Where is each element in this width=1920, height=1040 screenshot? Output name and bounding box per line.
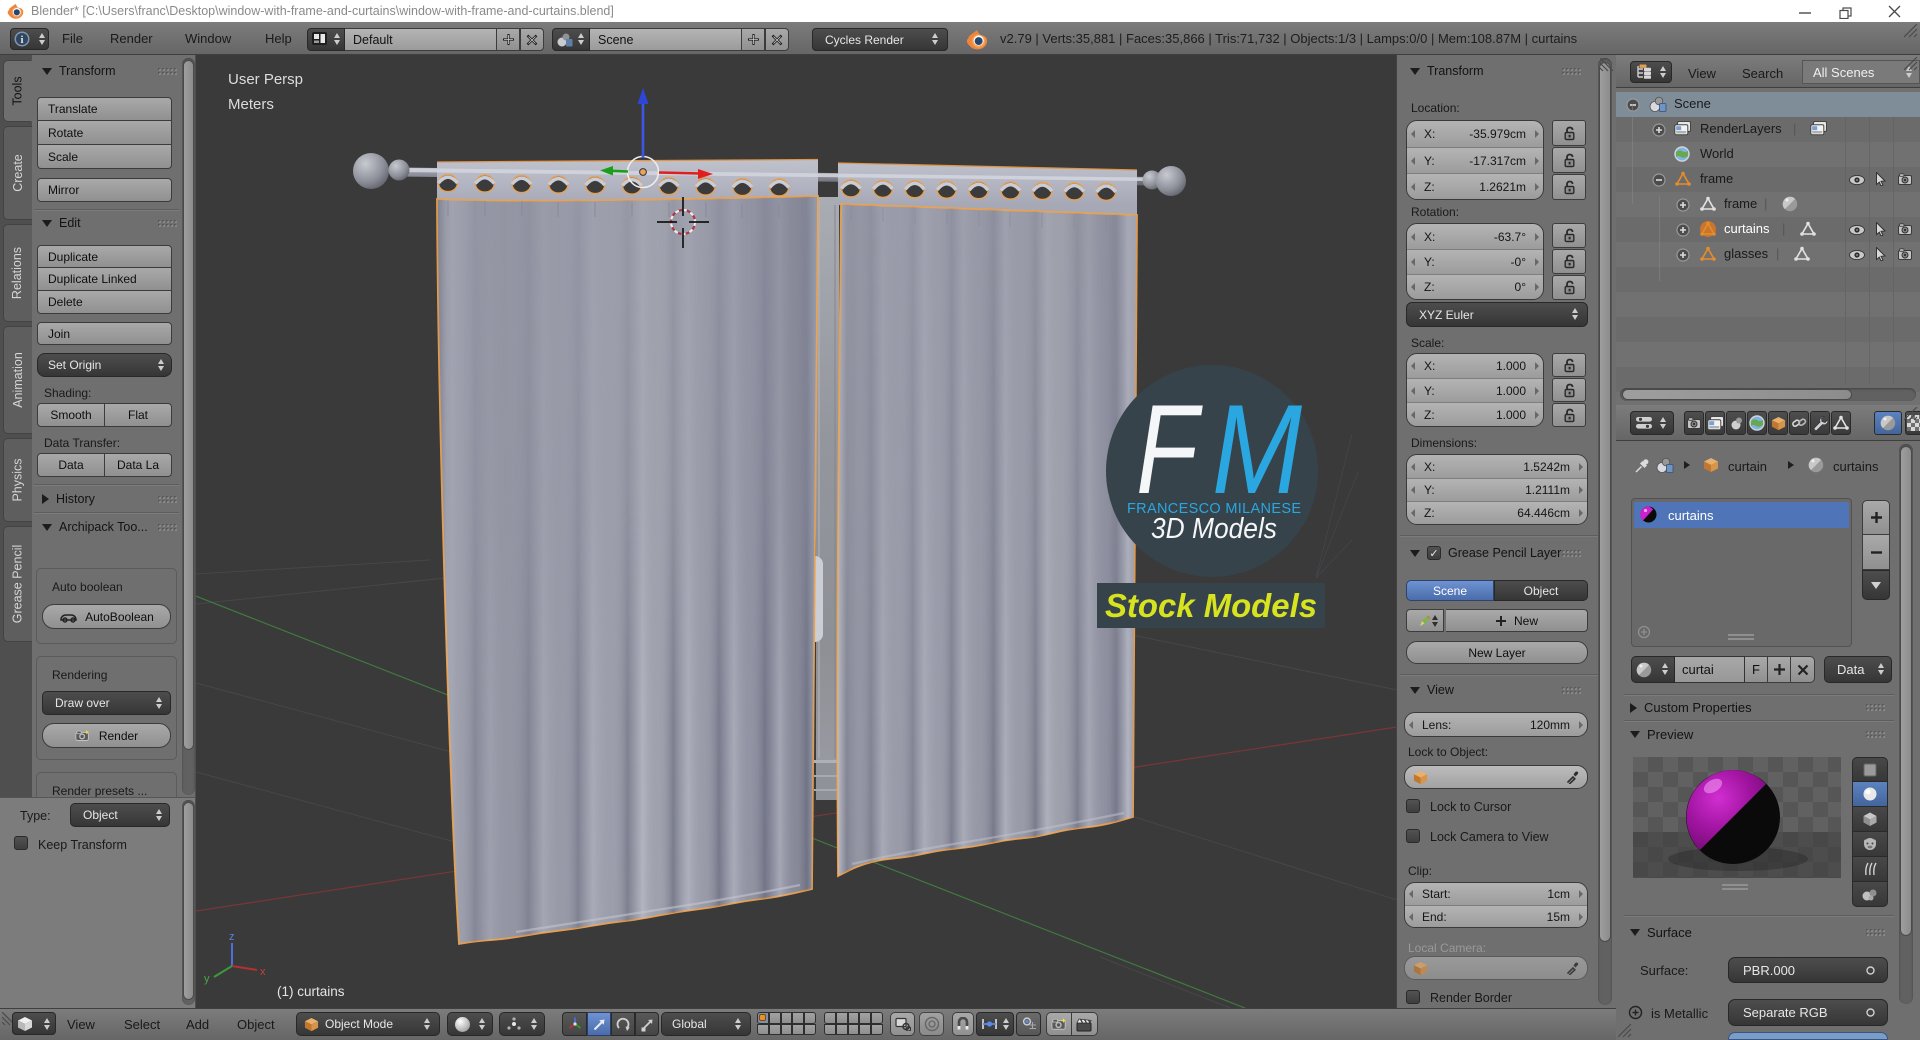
- svg-text:z: z: [229, 931, 235, 943]
- svg-text:(1) curtains: (1) curtains: [277, 984, 345, 999]
- svg-text:Meters: Meters: [228, 96, 274, 113]
- svg-text:User Persp: User Persp: [228, 71, 303, 88]
- svg-text:3D Models: 3D Models: [1151, 513, 1277, 545]
- svg-text:F: F: [1136, 378, 1203, 520]
- svg-text:M: M: [1212, 378, 1302, 520]
- svg-text:y: y: [204, 973, 210, 985]
- svg-text:i: i: [20, 34, 23, 46]
- svg-text:x: x: [260, 966, 266, 978]
- svg-text:Stock Models: Stock Models: [1105, 587, 1317, 624]
